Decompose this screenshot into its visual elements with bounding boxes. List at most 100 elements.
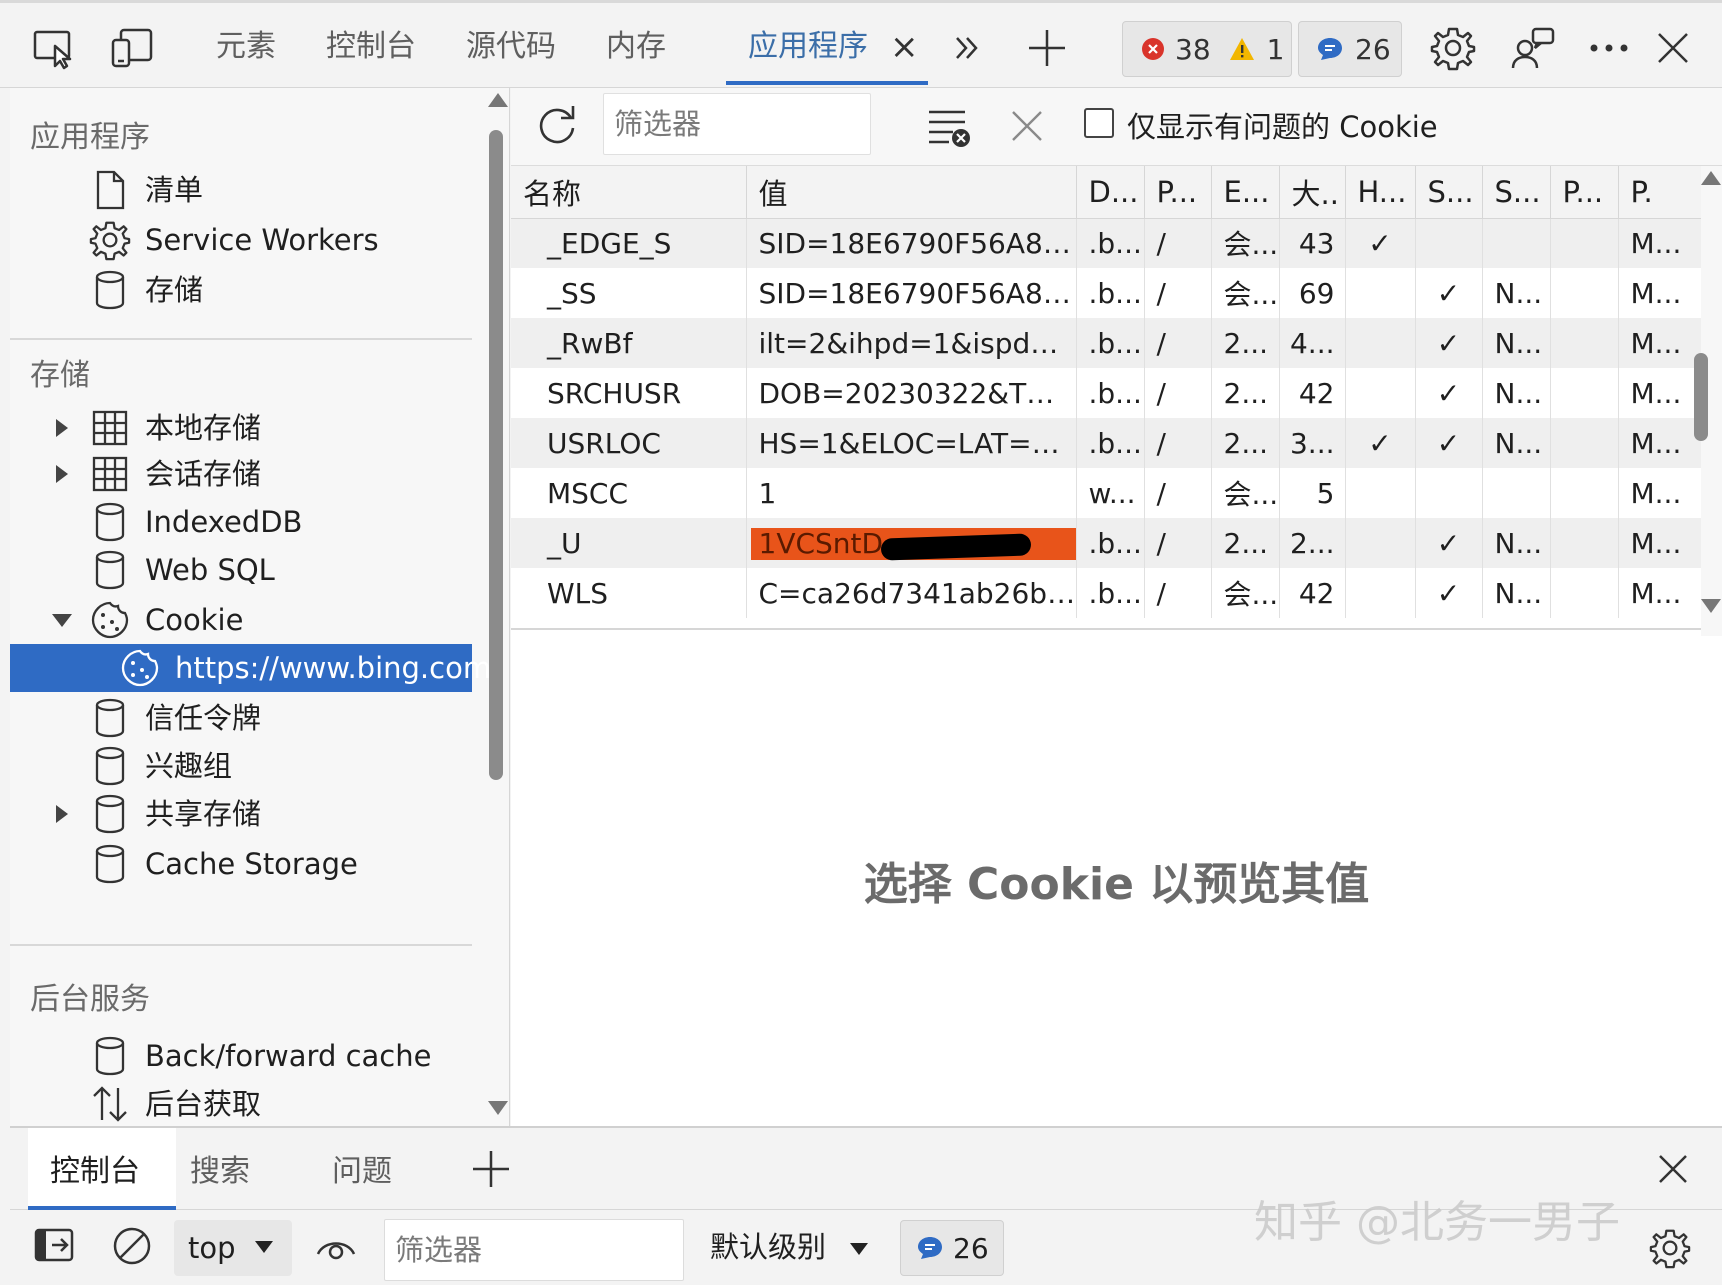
scroll-down-arrow-icon[interactable] — [1700, 598, 1722, 614]
sidebar-item-storage-overview[interactable]: 存储 — [10, 266, 472, 314]
database-icon — [90, 270, 130, 310]
table-row[interactable]: USRLOC HS=1&ELOC=LAT=3... .b... / 2... 3… — [511, 418, 1701, 468]
cell-domain: .b... — [1076, 368, 1145, 418]
drawer-tab-search[interactable]: 搜索 — [190, 1146, 250, 1190]
close-drawer-icon[interactable] — [1658, 1154, 1688, 1184]
cell-value: 1 — [746, 468, 1077, 518]
more-tabs-button[interactable] — [940, 21, 994, 75]
column-header-partition-key[interactable]: P... — [1550, 166, 1619, 219]
drawer-tab-console[interactable]: 控制台 — [50, 1146, 140, 1190]
sidebar-item-background-fetch[interactable]: 后台获取 — [10, 1080, 472, 1126]
application-sidebar: 应用程序 清单 Service Workers 存储 存储 本地存储 会话存储 — [10, 88, 510, 1126]
messages-counter-button[interactable]: 26 — [1298, 21, 1402, 77]
column-header-httponly[interactable]: H... — [1345, 166, 1416, 219]
sidebar-item-service-workers[interactable]: Service Workers — [10, 216, 472, 264]
tab-application-close[interactable]: × — [890, 25, 919, 69]
gear-icon — [1430, 26, 1476, 71]
triangle-down-icon[interactable] — [50, 608, 74, 632]
sidebar-item-label: 兴趣组 — [145, 749, 233, 783]
column-header-value[interactable]: 值 — [746, 166, 1077, 219]
plus-icon — [1027, 28, 1067, 68]
scroll-up-arrow-icon[interactable] — [487, 92, 509, 108]
show-sidebar-icon[interactable] — [34, 1228, 74, 1262]
table-row[interactable]: _RwBf ilt=2&ihpd=1&ispd=... .b... / 2...… — [511, 318, 1701, 368]
scroll-up-arrow-icon[interactable] — [1700, 170, 1722, 186]
column-header-expires[interactable]: E... — [1211, 166, 1280, 219]
database-icon — [90, 844, 130, 884]
cell-path: / — [1144, 568, 1212, 618]
drawer-tab-issues[interactable]: 问题 — [332, 1146, 392, 1190]
refresh-icon[interactable] — [535, 102, 579, 146]
column-header-samesite[interactable]: S... — [1482, 166, 1551, 219]
inspect-element-button[interactable] — [28, 21, 82, 75]
sidebar-item-cookie[interactable]: Cookie — [10, 596, 472, 644]
cell-partition-key — [1550, 318, 1619, 368]
sidebar-item-back-forward-cache[interactable]: Back/forward cache — [10, 1032, 472, 1080]
column-header-priority[interactable]: P. — [1618, 166, 1701, 219]
cell-samesite: N... — [1482, 268, 1551, 318]
table-row[interactable]: SRCHUSR DOB=20230322&T=... .b... / 2... … — [511, 368, 1701, 418]
only-issues-checkbox[interactable] — [1084, 108, 1114, 138]
more-options-button[interactable] — [1582, 21, 1636, 75]
column-header-name[interactable]: 名称 — [511, 166, 747, 219]
add-tab-button[interactable] — [1020, 21, 1074, 75]
triangle-right-icon[interactable] — [50, 416, 74, 440]
sidebar-item-cache-storage[interactable]: Cache Storage — [10, 840, 472, 888]
clear-console-icon[interactable] — [112, 1226, 152, 1266]
feedback-button[interactable] — [1506, 21, 1560, 75]
sidebar-item-manifest[interactable]: 清单 — [10, 166, 472, 214]
tab-memory[interactable]: 内存 — [606, 25, 666, 69]
device-emulation-button[interactable] — [106, 21, 160, 75]
cell-partition-key — [1550, 368, 1619, 418]
clear-all-cookies-icon[interactable] — [927, 108, 971, 148]
sidebar-scroll-thumb[interactable] — [489, 130, 503, 780]
sidebar-item-indexeddb[interactable]: IndexedDB — [10, 498, 472, 546]
sidebar-item-cookie-bing[interactable]: https://www.bing.com — [10, 644, 491, 692]
delete-selected-icon[interactable] — [1011, 110, 1043, 142]
tab-application[interactable]: 应用程序 — [748, 25, 868, 69]
sidebar-item-session-storage[interactable]: 会话存储 — [10, 450, 472, 498]
plus-icon[interactable] — [472, 1150, 510, 1188]
table-scroll-thumb[interactable] — [1694, 353, 1708, 441]
console-message-counter[interactable]: 26 — [900, 1220, 1004, 1276]
table-row[interactable]: WLS C=ca26d7341ab26b8... .b... / 会... 42… — [511, 568, 1701, 618]
console-filter-input[interactable] — [384, 1219, 684, 1281]
table-row[interactable]: _U 1VCSntD... .b... / 2... 2... ✓ N... M… — [511, 518, 1701, 568]
column-header-domain[interactable]: D... — [1076, 166, 1145, 219]
triangle-right-icon[interactable] — [50, 462, 74, 486]
database-icon — [90, 698, 130, 738]
tab-elements[interactable]: 元素 — [216, 25, 276, 69]
cell-path: / — [1144, 468, 1212, 518]
cookie-filter-input[interactable] — [603, 93, 871, 155]
up-down-arrows-icon — [90, 1084, 130, 1124]
cell-httponly — [1345, 468, 1416, 518]
sidebar-item-label: Back/forward cache — [145, 1039, 432, 1073]
column-header-secure[interactable]: S... — [1415, 166, 1483, 219]
cell-expires: 会... — [1211, 468, 1280, 518]
issues-counter-button[interactable]: 38 1 — [1122, 21, 1292, 77]
chevron-down-icon — [849, 1242, 869, 1256]
table-row[interactable]: _EDGE_S SID=18E6790F56A86... .b... / 会..… — [511, 218, 1701, 268]
table-row[interactable]: _SS SID=18E6790F56A86... .b... / 会... 69… — [511, 268, 1701, 318]
console-settings-gear-icon[interactable] — [1649, 1228, 1691, 1269]
cell-name: _RwBf — [511, 318, 747, 368]
sidebar-item-trust-tokens[interactable]: 信任令牌 — [10, 694, 472, 742]
table-row[interactable]: MSCC 1 w... / 会... 5 M... — [511, 468, 1701, 518]
log-level-select[interactable]: 默认级别 — [710, 1224, 869, 1266]
sidebar-item-web-sql[interactable]: Web SQL — [10, 546, 472, 594]
execution-context-select[interactable]: top — [174, 1220, 292, 1276]
eye-icon[interactable] — [316, 1234, 356, 1260]
cell-samesite — [1482, 468, 1551, 518]
tab-console[interactable]: 控制台 — [326, 25, 416, 69]
sidebar-item-shared-storage[interactable]: 共享存储 — [10, 790, 472, 838]
triangle-right-icon[interactable] — [50, 802, 74, 826]
settings-button[interactable] — [1426, 21, 1480, 75]
column-header-size[interactable]: 大.. — [1279, 166, 1346, 219]
close-devtools-button[interactable] — [1646, 21, 1700, 75]
sidebar-item-interest-groups[interactable]: 兴趣组 — [10, 742, 472, 790]
sidebar-item-label: 会话存储 — [145, 457, 262, 491]
sidebar-item-local-storage[interactable]: 本地存储 — [10, 404, 472, 452]
scroll-down-arrow-icon[interactable] — [487, 1100, 509, 1116]
column-header-path[interactable]: P... — [1144, 166, 1212, 219]
tab-sources[interactable]: 源代码 — [466, 25, 556, 69]
